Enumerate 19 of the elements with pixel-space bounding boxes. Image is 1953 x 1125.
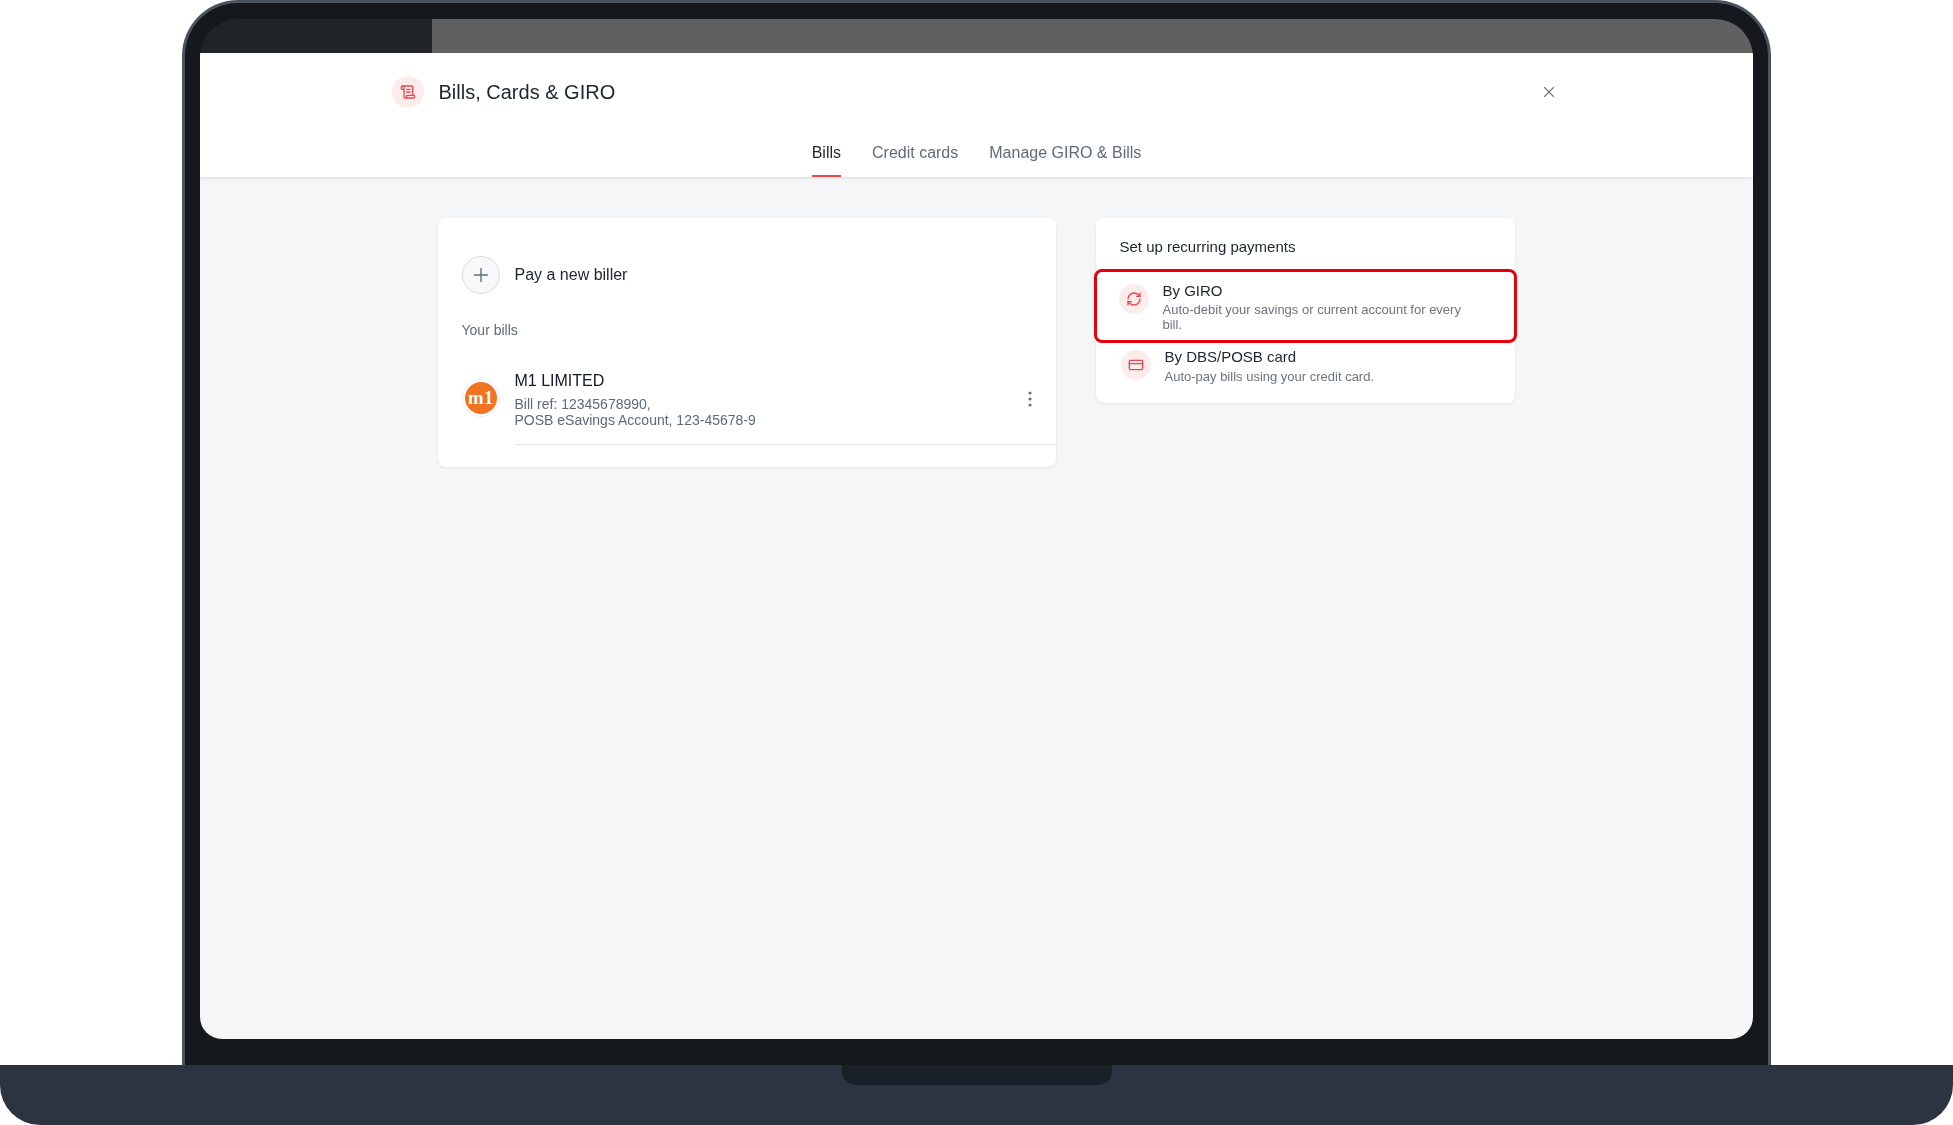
card-title: Set up recurring payments <box>1118 237 1297 257</box>
tab[interactable]: Credit cards <box>872 141 959 177</box>
payment-option[interactable]: By DBS/POSB card Auto-pay bills using your credit card. <box>1095 343 1515 391</box>
modal-title: Bills, Cards & GIRO <box>438 80 616 105</box>
refresh-icon <box>1125 290 1142 307</box>
plus-icon <box>461 256 500 294</box>
biller-logo: m1 <box>461 379 500 417</box>
bill-reference: Bill ref: 12345678990, <box>514 396 652 412</box>
tab[interactable]: Bills <box>811 141 841 177</box>
tab[interactable]: Manage GIRO & Bills <box>989 141 1142 177</box>
biller-name: M1 LIMITED <box>514 371 606 391</box>
bill-icon <box>391 76 424 108</box>
account-text: POSB eSavings Account, 123-45678-9 <box>514 412 757 428</box>
card-icon <box>1127 357 1144 373</box>
payment-option[interactable]: By GIRO Auto-debit your savings or current account for every bill. <box>1093 268 1517 343</box>
section-label: Your bills <box>461 321 519 340</box>
more-options-button[interactable] <box>1027 390 1032 407</box>
new-biller-button[interactable]: Pay a new biller <box>461 256 628 294</box>
more-icon <box>1027 390 1032 407</box>
